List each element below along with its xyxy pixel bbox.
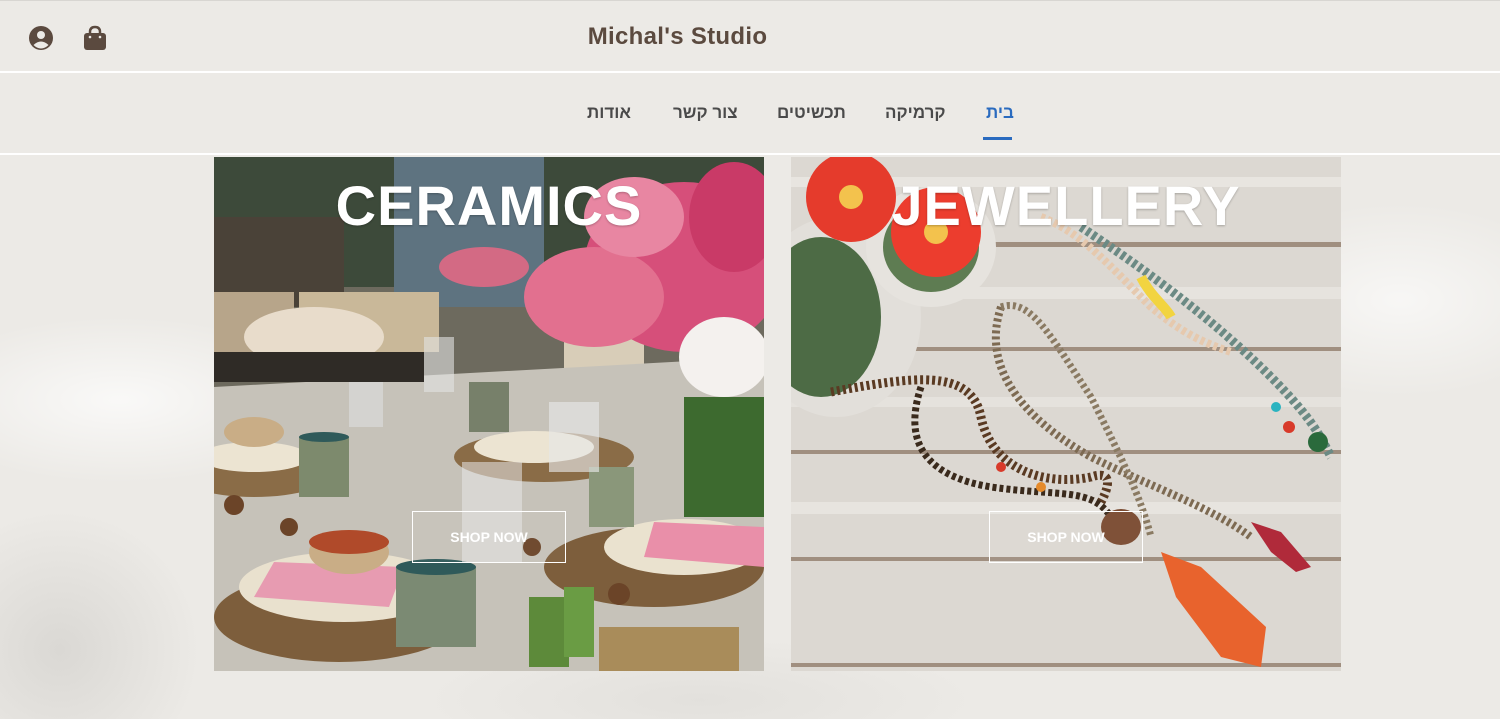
- main-nav: בית קרמיקה תכשיטים צור קשר אודות: [0, 75, 1500, 155]
- nav-item-jewellery[interactable]: תכשיטים: [777, 103, 846, 123]
- nav-item-ceramics[interactable]: קרמיקה: [885, 103, 945, 123]
- shop-now-ceramics-button[interactable]: SHOP NOW: [412, 511, 566, 563]
- nav-item-home[interactable]: בית: [986, 103, 1014, 123]
- jewellery-title: JEWELLERY: [891, 174, 1241, 237]
- jewellery-card[interactable]: JEWELLERY SHOP NOW: [791, 157, 1341, 671]
- nav-item-about[interactable]: אודות: [587, 103, 631, 123]
- site-title[interactable]: Michal's Studio: [0, 23, 1355, 51]
- ceramics-card[interactable]: CERAMICS SHOP NOW: [214, 157, 764, 671]
- nav-active-indicator: [983, 137, 1012, 140]
- shop-now-jewellery-button[interactable]: SHOP NOW: [989, 511, 1143, 563]
- ceramics-title: CERAMICS: [335, 174, 643, 237]
- nav-item-contact[interactable]: צור קשר: [673, 103, 738, 123]
- site-header: Michal's Studio: [0, 0, 1500, 73]
